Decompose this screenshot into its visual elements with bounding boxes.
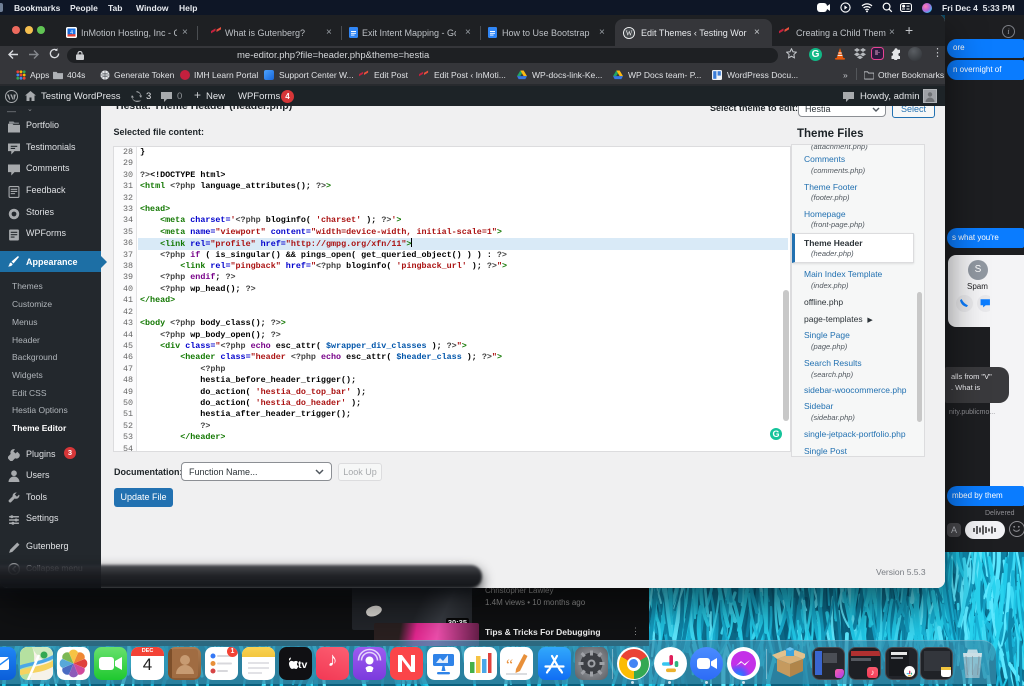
svg-text:W: W bbox=[626, 30, 633, 38]
svg-text:tv: tv bbox=[298, 659, 307, 671]
svg-text:4: 4 bbox=[70, 30, 73, 36]
svg-text:“: “ bbox=[506, 657, 513, 674]
